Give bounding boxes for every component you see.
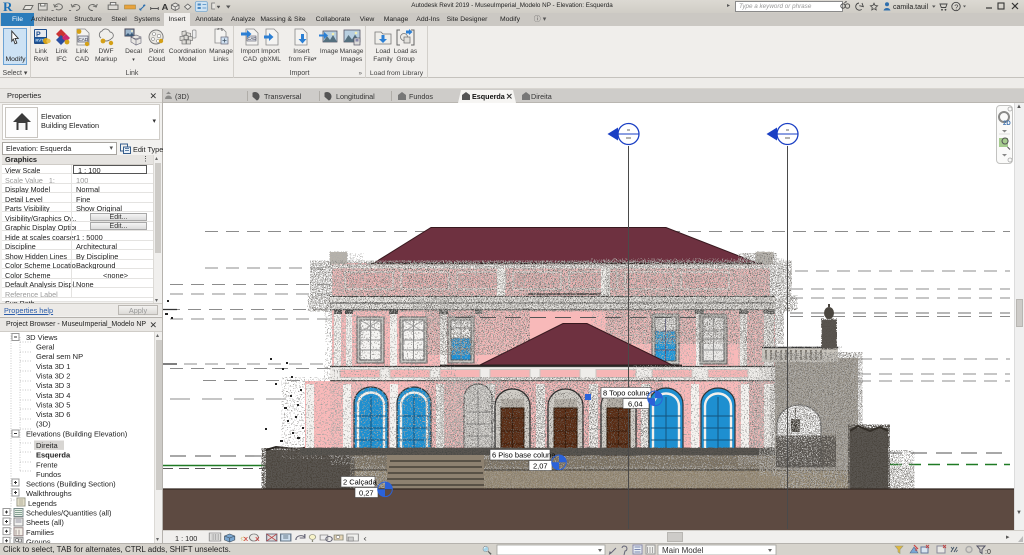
svg-text:Schedules/Quantities (all): Schedules/Quantities (all) <box>26 509 112 518</box>
svg-text:Sheets (all): Sheets (all) <box>26 518 64 527</box>
svg-text:Elevations (Building Elevation: Elevations (Building Elevation) <box>26 429 128 438</box>
svg-text:2 Calçada: 2 Calçada <box>343 478 378 487</box>
svg-text:6 Piso base coluna: 6 Piso base coluna <box>492 451 556 460</box>
svg-text:Direita: Direita <box>531 92 552 101</box>
svg-text:Vista 3D 1: Vista 3D 1 <box>36 362 70 371</box>
svg-text:Transversal: Transversal <box>264 92 302 101</box>
svg-text:Sections (Building Section): Sections (Building Section) <box>26 480 116 489</box>
svg-text:Geral: Geral <box>36 343 55 352</box>
svg-text:Walkthroughs: Walkthroughs <box>26 489 72 498</box>
svg-text:x: x <box>244 535 248 543</box>
svg-text:Main Model: Main Model <box>662 546 704 555</box>
svg-text:Fundos: Fundos <box>36 470 61 479</box>
svg-text:?: ? <box>954 2 958 11</box>
svg-text:0,27: 0,27 <box>359 489 374 498</box>
svg-text:Esquerda: Esquerda <box>472 92 506 101</box>
svg-text:x: x <box>255 535 259 543</box>
svg-text:‹: ‹ <box>363 534 366 543</box>
svg-text:Esquerda: Esquerda <box>36 451 71 460</box>
svg-text:Vista 3D 4: Vista 3D 4 <box>36 391 70 400</box>
svg-text:Vista 3D 5: Vista 3D 5 <box>36 400 70 409</box>
svg-text:(3D): (3D) <box>36 420 51 429</box>
svg-text:Vista 3D 6: Vista 3D 6 <box>36 410 70 419</box>
svg-text:Frente: Frente <box>36 460 58 469</box>
svg-text:R: R <box>3 0 13 13</box>
svg-text:3D Views: 3D Views <box>26 333 58 342</box>
svg-text:Direita: Direita <box>36 441 59 450</box>
svg-text:(3D): (3D) <box>175 92 189 101</box>
svg-text:6,04: 6,04 <box>628 400 643 409</box>
svg-text:2,07: 2,07 <box>533 462 548 471</box>
svg-text:Vista 3D 2: Vista 3D 2 <box>36 372 70 381</box>
svg-text:Longitudinal: Longitudinal <box>336 92 375 101</box>
svg-text:Geral sem NP: Geral sem NP <box>36 352 83 361</box>
svg-text:Legends: Legends <box>28 499 57 508</box>
svg-text:Families: Families <box>26 528 54 537</box>
svg-text:2D: 2D <box>1003 121 1011 127</box>
svg-text::0: :0 <box>985 549 991 555</box>
svg-text:Fundos: Fundos <box>409 92 433 101</box>
svg-text:Vista 3D 3: Vista 3D 3 <box>36 381 70 390</box>
svg-text:🔍: 🔍 <box>482 545 492 555</box>
svg-text:A: A <box>162 2 169 12</box>
svg-text:8 Topo coluna: 8 Topo coluna <box>603 389 650 398</box>
svg-text:camila.tauil: camila.tauil <box>893 4 928 11</box>
